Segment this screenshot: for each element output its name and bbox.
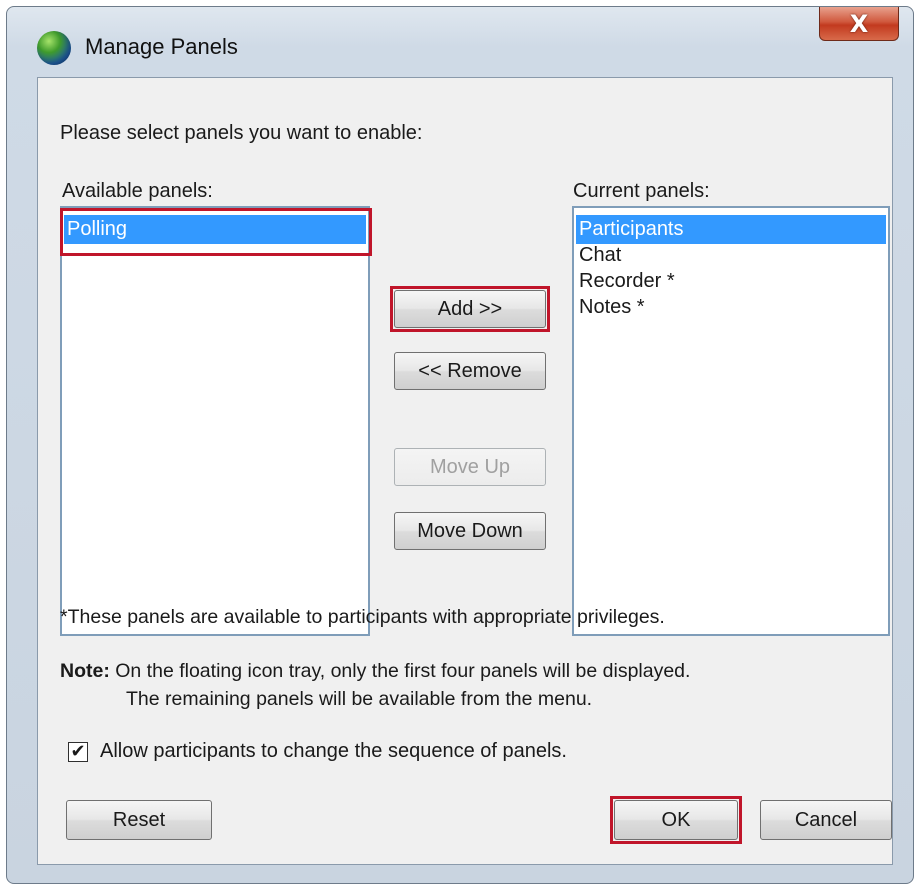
- checkmark-icon: ✔: [70, 741, 86, 762]
- instruction-text: Please select panels you want to enable:: [60, 122, 423, 144]
- current-panels-list[interactable]: Participants Chat Recorder * Notes *: [572, 206, 890, 636]
- close-icon: X: [849, 9, 869, 38]
- cancel-button[interactable]: Cancel: [760, 800, 892, 840]
- move-down-button[interactable]: Move Down: [394, 512, 546, 550]
- available-panels-list[interactable]: Polling: [60, 206, 370, 636]
- note-text-1: On the floating icon tray, only the firs…: [115, 660, 691, 682]
- list-item-polling[interactable]: Polling: [64, 215, 366, 244]
- footnote-text: *These panels are available to participa…: [60, 606, 665, 628]
- remove-button[interactable]: << Remove: [394, 352, 546, 390]
- available-panels-label: Available panels:: [62, 180, 213, 202]
- current-panels-label: Current panels:: [573, 180, 710, 202]
- close-button[interactable]: X: [819, 7, 899, 41]
- globe-icon: [37, 31, 71, 65]
- list-item-participants[interactable]: Participants: [576, 215, 886, 244]
- title-bar[interactable]: Manage Panels X: [7, 7, 913, 81]
- allow-sequence-checkbox[interactable]: ✔: [68, 742, 88, 762]
- dialog-body: Please select panels you want to enable:…: [37, 77, 893, 865]
- note-label: Note:: [60, 660, 110, 682]
- move-up-button[interactable]: Move Up: [394, 448, 546, 486]
- ok-button[interactable]: OK: [614, 800, 738, 840]
- note-line-1: Note: On the floating icon tray, only th…: [60, 660, 690, 683]
- list-item-recorder[interactable]: Recorder *: [576, 267, 886, 296]
- note-line-2: The remaining panels will be available f…: [126, 688, 593, 710]
- reset-button[interactable]: Reset: [66, 800, 212, 840]
- list-item-chat[interactable]: Chat: [576, 241, 886, 270]
- allow-sequence-label[interactable]: Allow participants to change the sequenc…: [100, 740, 567, 763]
- add-button[interactable]: Add >>: [394, 290, 546, 328]
- list-item-notes[interactable]: Notes *: [576, 293, 886, 322]
- window-title: Manage Panels: [85, 34, 238, 59]
- manage-panels-dialog: Manage Panels X Please select panels you…: [6, 6, 914, 884]
